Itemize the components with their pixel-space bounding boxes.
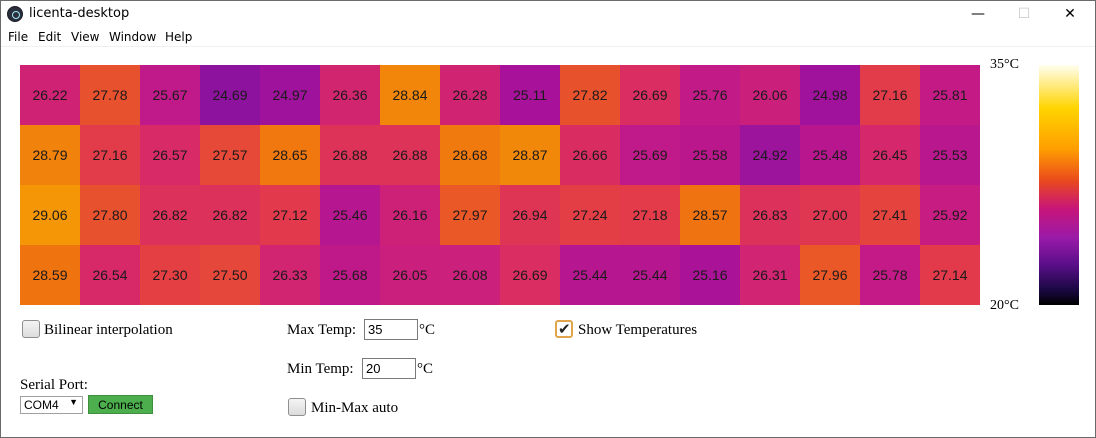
heatmap-cell: 24.97 (260, 65, 320, 125)
heatmap-cell: 27.14 (920, 245, 980, 305)
heatmap-cell: 25.11 (500, 65, 560, 125)
heatmap-cell: 25.44 (620, 245, 680, 305)
show-temperatures-checkbox[interactable] (555, 320, 573, 338)
heatmap-cell: 26.08 (440, 245, 500, 305)
heatmap-cell: 26.54 (80, 245, 140, 305)
heatmap-cell: 25.68 (320, 245, 380, 305)
min-temp-unit: °C (417, 361, 434, 377)
close-button[interactable]: ✕ (1047, 1, 1093, 27)
app-logo-icon (7, 6, 23, 22)
heatmap-cell: 25.44 (560, 245, 620, 305)
color-scale-bar (1039, 65, 1079, 305)
menu-window[interactable]: Window (109, 30, 156, 44)
heatmap-cell: 25.81 (920, 65, 980, 125)
heatmap-cell: 25.58 (680, 125, 740, 185)
heatmap-cell: 27.16 (80, 125, 140, 185)
heatmap-cell: 25.16 (680, 245, 740, 305)
heatmap-cell: 27.41 (860, 185, 920, 245)
heatmap-cell: 28.68 (440, 125, 500, 185)
minmax-auto-checkbox[interactable] (288, 398, 306, 416)
minmax-auto-label: Min-Max auto (311, 400, 399, 416)
heatmap-cell: 27.16 (860, 65, 920, 125)
heatmap-cell: 26.06 (740, 65, 800, 125)
max-temp-input[interactable] (364, 319, 418, 340)
min-temp-label: Min Temp: (287, 361, 354, 377)
heatmap-cell: 25.67 (140, 65, 200, 125)
heatmap-cell: 25.48 (800, 125, 860, 185)
menu-file[interactable]: File (8, 30, 28, 44)
heatmap-cell: 27.18 (620, 185, 680, 245)
heatmap-cell: 26.22 (20, 65, 80, 125)
heatmap-cell: 25.69 (620, 125, 680, 185)
heatmap-cell: 28.79 (20, 125, 80, 185)
bilinear-label: Bilinear interpolation (44, 322, 173, 338)
heatmap-cell: 26.05 (380, 245, 440, 305)
heatmap-cell: 26.94 (500, 185, 560, 245)
heatmap-cell: 27.97 (440, 185, 500, 245)
window-title: licenta-desktop (29, 6, 130, 21)
heatmap-cell: 27.30 (140, 245, 200, 305)
heatmap-cell: 26.31 (740, 245, 800, 305)
heatmap-cell: 26.45 (860, 125, 920, 185)
heatmap-cell: 26.82 (200, 185, 260, 245)
heatmap-cell: 27.00 (800, 185, 860, 245)
heatmap-cell: 26.28 (440, 65, 500, 125)
heatmap-cell: 26.16 (380, 185, 440, 245)
heatmap-cell: 24.92 (740, 125, 800, 185)
thermal-heatmap: 26.22 27.78 25.67 24.69 24.97 26.36 28.84 26.28… (20, 65, 980, 305)
max-temp-unit: °C (419, 322, 436, 338)
heatmap-cell: 27.24 (560, 185, 620, 245)
heatmap-cell: 27.12 (260, 185, 320, 245)
heatmap-cell: 28.87 (500, 125, 560, 185)
min-temp-input[interactable] (362, 358, 416, 379)
heatmap-cell: 26.36 (320, 65, 380, 125)
app-window: licenta-desktop — ☐ ✕ File Edit View Win… (0, 0, 1096, 438)
heatmap-cell: 28.59 (20, 245, 80, 305)
serial-port-value: COM4 (24, 398, 59, 412)
heatmap-cell: 27.80 (80, 185, 140, 245)
heatmap-cell: 26.66 (560, 125, 620, 185)
heatmap-cell: 28.65 (260, 125, 320, 185)
heatmap-cell: 26.57 (140, 125, 200, 185)
heatmap-cell: 26.69 (500, 245, 560, 305)
heatmap-cell: 26.83 (740, 185, 800, 245)
heatmap-cell: 27.50 (200, 245, 260, 305)
heatmap-cell: 28.57 (680, 185, 740, 245)
heatmap-cell: 24.69 (200, 65, 260, 125)
heatmap-cell: 25.46 (320, 185, 380, 245)
heatmap-cell: 29.06 (20, 185, 80, 245)
heatmap-cell: 27.96 (800, 245, 860, 305)
heatmap-cell: 26.33 (260, 245, 320, 305)
maximize-button[interactable]: ☐ (1001, 1, 1047, 27)
heatmap-cell: 27.57 (200, 125, 260, 185)
heatmap-cell: 25.92 (920, 185, 980, 245)
minimize-button[interactable]: — (955, 1, 1001, 27)
heatmap-cell: 25.78 (860, 245, 920, 305)
chevron-down-icon: ▼ (69, 397, 78, 407)
heatmap-cell: 24.98 (800, 65, 860, 125)
scale-max-label: 35°C (990, 57, 1019, 72)
scale-min-label: 20°C (990, 298, 1019, 313)
menu-bar: File Edit View Window Help (1, 27, 1095, 47)
max-temp-label: Max Temp: (287, 322, 357, 338)
title-bar[interactable]: licenta-desktop — ☐ ✕ (1, 1, 1095, 27)
heatmap-cell: 26.69 (620, 65, 680, 125)
heatmap-cell: 27.78 (80, 65, 140, 125)
heatmap-cell: 25.53 (920, 125, 980, 185)
connect-button[interactable]: Connect (88, 395, 153, 414)
heatmap-cell: 26.82 (140, 185, 200, 245)
bilinear-checkbox[interactable] (22, 320, 40, 338)
heatmap-cell: 27.82 (560, 65, 620, 125)
heatmap-cell: 26.88 (380, 125, 440, 185)
menu-view[interactable]: View (71, 30, 99, 44)
show-temperatures-label: Show Temperatures (578, 322, 698, 338)
serial-port-select[interactable]: COM4 ▼ (20, 396, 83, 414)
serial-port-label: Serial Port: (20, 377, 88, 393)
heatmap-cell: 28.84 (380, 65, 440, 125)
heatmap-cell: 26.88 (320, 125, 380, 185)
menu-help[interactable]: Help (165, 30, 192, 44)
heatmap-cell: 25.76 (680, 65, 740, 125)
menu-edit[interactable]: Edit (38, 30, 61, 44)
